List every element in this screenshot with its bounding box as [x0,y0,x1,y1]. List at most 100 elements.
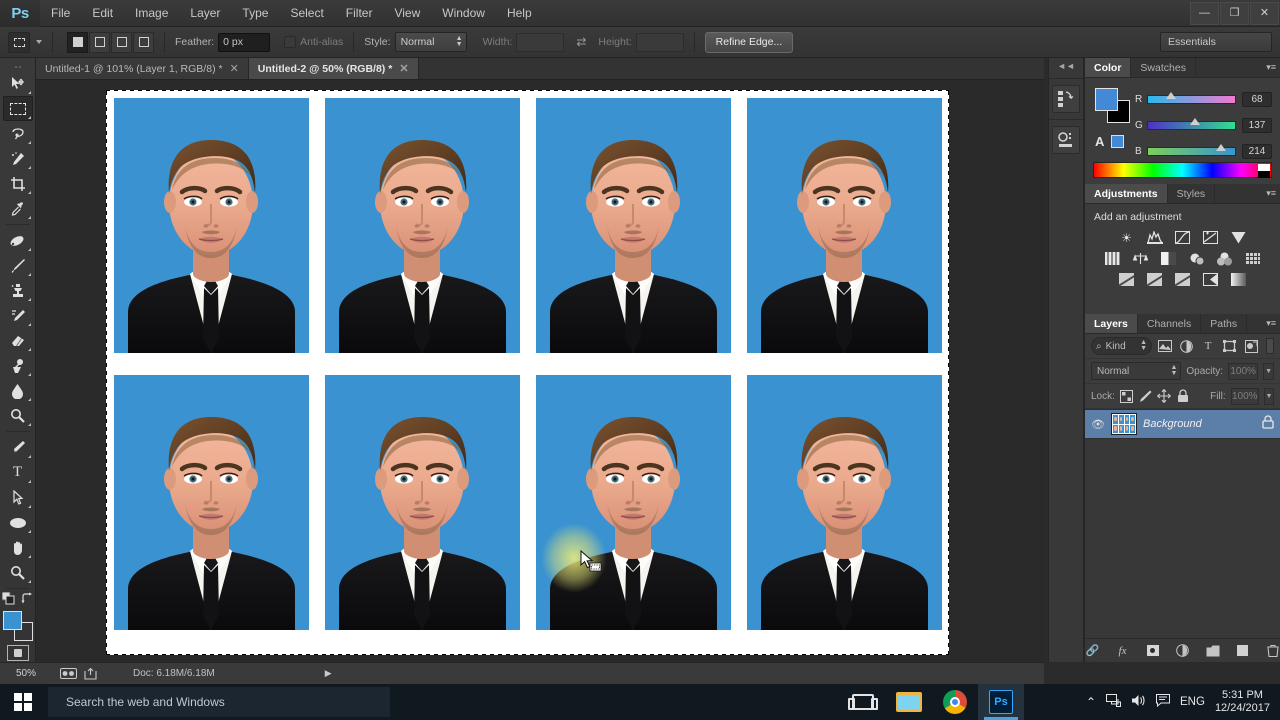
eyedropper-tool[interactable] [3,196,33,221]
vibrance-icon[interactable] [1231,230,1247,245]
show-hidden-icons-icon[interactable]: ⌃ [1086,695,1096,709]
action-center-icon[interactable] [1156,694,1171,710]
fill-value[interactable]: 100% [1230,387,1259,405]
tool-preset-chevron-down-icon[interactable] [36,40,42,44]
layer-row-background[interactable]: 👁 Background [1085,409,1280,439]
toolbar-grip[interactable] [0,62,35,71]
rectangular-marquee-tool[interactable] [2,96,33,121]
menu-image[interactable]: Image [124,0,179,27]
color-lookup-icon[interactable] [1245,251,1261,266]
add-mask-icon[interactable] [1145,643,1160,658]
zoom-level[interactable]: 50% [0,668,52,679]
lasso-tool[interactable] [3,121,33,146]
brush-tool[interactable] [3,253,33,278]
height-input[interactable] [635,32,684,52]
close-button[interactable]: ✕ [1250,2,1279,25]
menu-edit[interactable]: Edit [81,0,124,27]
blue-slider-thumb[interactable] [1216,144,1227,151]
collapse-panels-icon[interactable]: ◄◄ [1049,58,1083,74]
feather-input[interactable]: 0 px [218,32,271,52]
gradient-tool[interactable] [3,353,33,378]
black-white-swatch[interactable] [1258,164,1270,178]
subtract-from-selection-button[interactable] [111,31,132,53]
lock-transparent-icon[interactable] [1119,388,1133,404]
close-icon[interactable]: ✕ [399,62,408,75]
black-white-icon[interactable] [1161,251,1177,266]
blur-tool[interactable] [3,378,33,403]
menu-help[interactable]: Help [496,0,543,27]
clone-stamp-tool[interactable] [3,278,33,303]
windows-start-icon[interactable] [0,684,46,720]
foreground-color-swatch[interactable] [2,611,22,630]
blue-value[interactable]: 214 [1242,144,1272,159]
status-more-icon[interactable]: ▶ [325,668,332,679]
gradient-map-icon[interactable] [1231,272,1247,287]
eraser-tool[interactable] [3,328,33,353]
properties-panel-icon[interactable] [1052,126,1080,154]
task-view-icon[interactable] [840,684,886,720]
opacity-chevron-down-icon[interactable]: ▼ [1263,362,1274,380]
default-colors-icon[interactable] [1,592,15,605]
brightness-contrast-icon[interactable]: ☀ [1119,230,1135,245]
network-icon[interactable] [1106,694,1122,710]
green-value[interactable]: 137 [1242,118,1272,133]
new-group-icon[interactable] [1205,643,1220,658]
menu-layer[interactable]: Layer [179,0,231,27]
hue-saturation-icon[interactable] [1105,251,1121,266]
move-tool[interactable] [3,71,33,96]
red-slider-thumb[interactable] [1166,92,1177,99]
blue-slider[interactable] [1147,144,1236,156]
lock-all-icon[interactable] [1176,388,1189,404]
tab-adjustments[interactable]: Adjustments [1085,184,1168,203]
menu-window[interactable]: Window [431,0,496,27]
quick-selection-tool[interactable] [3,146,33,171]
levels-icon[interactable] [1146,230,1163,245]
opacity-value[interactable]: 100% [1228,362,1259,380]
foreground-color-swatch[interactable] [1095,88,1118,111]
document-tab-untitled-2[interactable]: Untitled-2 @ 50% (RGB/8) * ✕ [248,58,419,79]
swap-dimensions-icon[interactable]: ⇄ [576,35,586,49]
tab-swatches[interactable]: Swatches [1131,58,1196,77]
filter-pixel-icon[interactable] [1157,337,1173,355]
green-slider[interactable] [1147,118,1236,130]
anti-alias-checkbox[interactable] [284,36,297,48]
menu-select[interactable]: Select [279,0,334,27]
filter-toggle-icon[interactable] [1266,338,1275,354]
filter-shape-icon[interactable] [1221,337,1237,355]
ellipse-shape-tool[interactable] [3,510,33,535]
quick-mask-icon[interactable] [6,645,29,661]
link-layers-icon[interactable]: 🔗 [1085,643,1100,658]
photoshop-taskbar-icon[interactable]: Ps [978,684,1024,720]
selective-color-icon[interactable] [1203,272,1219,287]
curves-icon[interactable] [1175,230,1191,245]
language-indicator[interactable]: ENG [1180,696,1205,708]
chrome-icon[interactable] [932,684,978,720]
document-tab-untitled-1[interactable]: Untitled-1 @ 101% (Layer 1, RGB/8) * ✕ [36,58,249,79]
tab-layers[interactable]: Layers [1085,314,1138,333]
share-icon[interactable] [84,667,97,680]
menu-view[interactable]: View [383,0,431,27]
photo-filter-icon[interactable] [1189,251,1205,266]
red-slider[interactable] [1147,92,1236,104]
clock[interactable]: 5:31 PM 12/24/2017 [1215,689,1270,715]
tab-channels[interactable]: Channels [1137,314,1202,333]
width-input[interactable] [516,32,565,52]
lock-image-icon[interactable] [1138,388,1152,404]
style-select[interactable]: Normal ▲ ▼ [394,32,467,52]
layer-kind-filter[interactable]: ⌕ Kind ▲ ▼ [1091,337,1152,355]
new-layer-icon[interactable] [1235,643,1250,658]
eye-icon[interactable]: 👁 [1091,418,1105,431]
close-icon[interactable]: ✕ [230,62,239,75]
photo-cell[interactable] [747,98,942,353]
delete-layer-icon[interactable] [1265,643,1280,658]
add-to-selection-button[interactable] [89,31,110,53]
volume-icon[interactable] [1131,694,1146,710]
color-spectrum-ramp[interactable] [1093,162,1272,178]
posterize-icon[interactable] [1147,272,1163,287]
dodge-tool[interactable] [3,403,33,428]
panel-menu-icon[interactable]: ▾≡ [1266,62,1276,73]
pen-tool[interactable] [3,435,33,460]
path-selection-tool[interactable] [3,485,33,510]
menu-filter[interactable]: Filter [335,0,384,27]
layer-style-icon[interactable]: fx [1115,643,1130,658]
